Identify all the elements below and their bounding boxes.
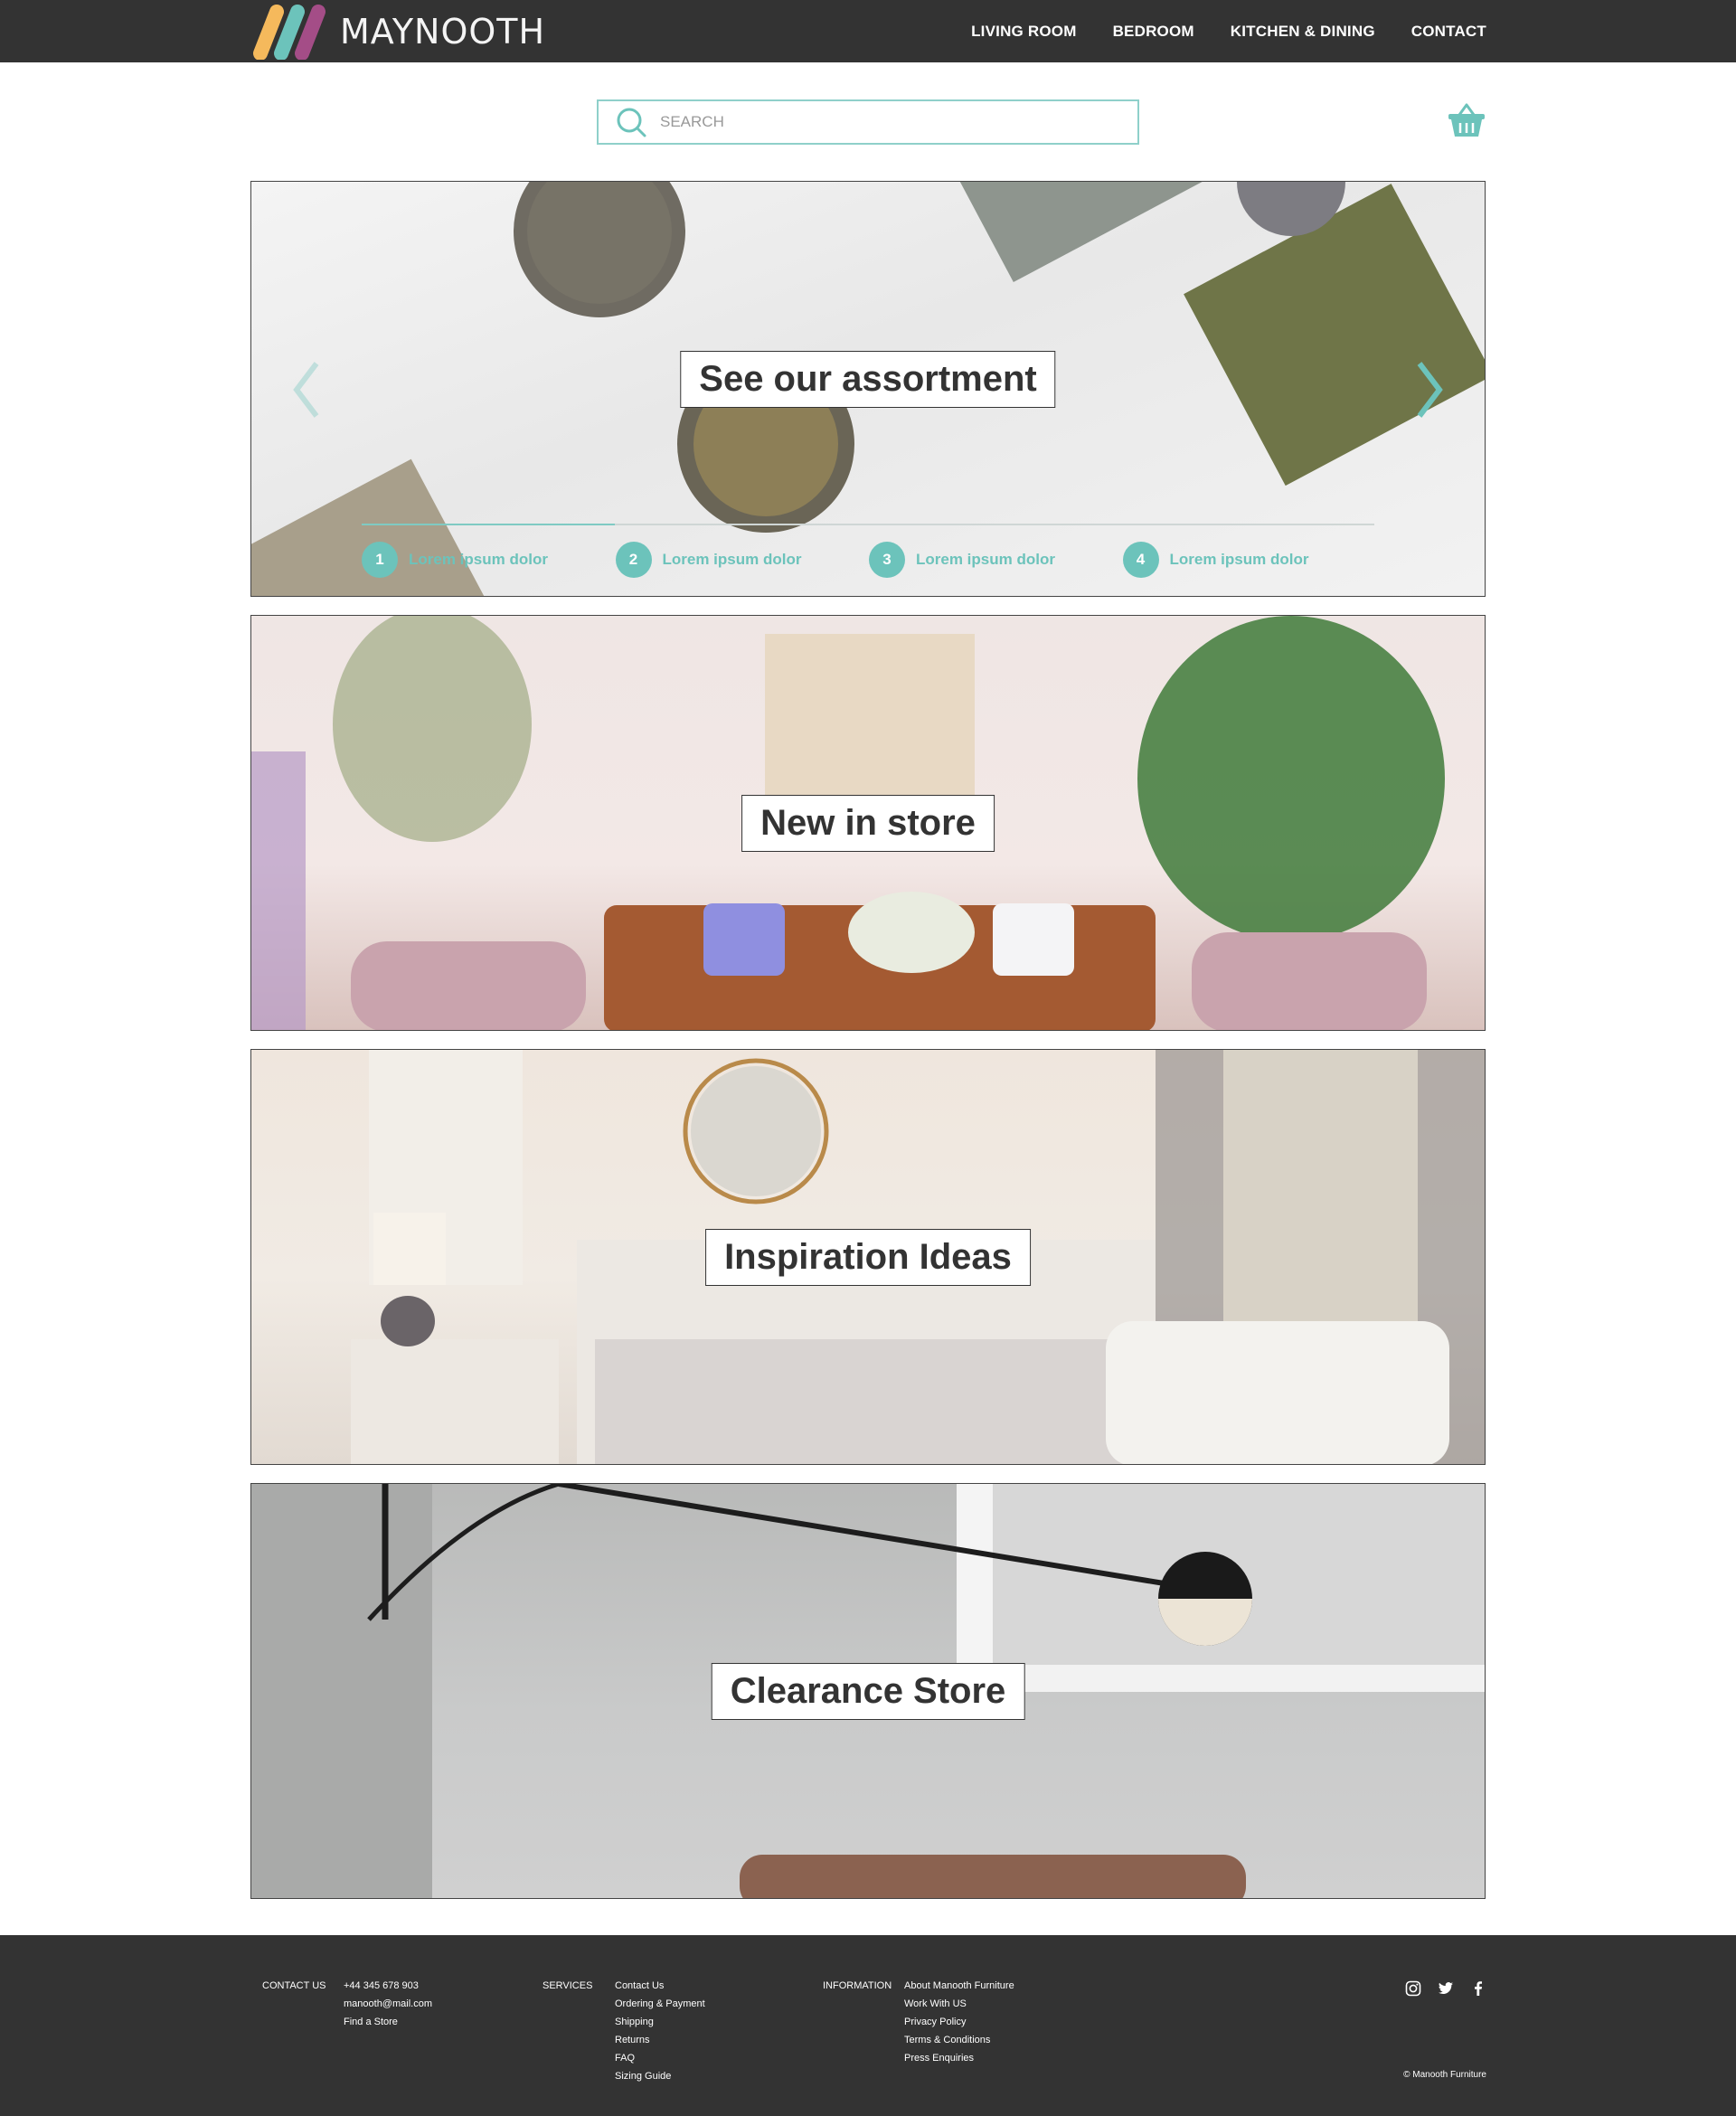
new-in-store-banner[interactable]: New in store	[250, 615, 1486, 1031]
step-number: 4	[1122, 542, 1159, 578]
footer-link-terms[interactable]: Terms & Conditions	[904, 2035, 1014, 2053]
twitter-icon[interactable]	[1438, 1980, 1454, 1997]
slider-progress-fill	[362, 524, 615, 525]
inspiration-ideas-label[interactable]: Inspiration Ideas	[705, 1229, 1031, 1286]
chevron-left-icon[interactable]	[289, 358, 326, 421]
step-number: 1	[362, 542, 398, 578]
footer-link-press[interactable]: Press Enquiries	[904, 2053, 1014, 2071]
logo-mark-icon	[253, 5, 326, 60]
slider-progress-track	[362, 524, 1374, 525]
footer-find-store-link[interactable]: Find a Store	[344, 2017, 432, 2035]
chevron-right-icon[interactable]	[1410, 358, 1447, 421]
slider-step[interactable]: 4 Lorem ipsum dolor	[1122, 542, 1377, 578]
basket-icon[interactable]	[1447, 102, 1486, 138]
search-icon[interactable]	[615, 106, 647, 138]
nav-living-room[interactable]: LIVING ROOM	[971, 23, 1076, 41]
slider-step[interactable]: 3 Lorem ipsum dolor	[869, 542, 1123, 578]
inspiration-ideas-banner[interactable]: Inspiration Ideas	[250, 1049, 1486, 1465]
footer-link-shipping[interactable]: Shipping	[615, 2017, 705, 2035]
footer-link-contact-us[interactable]: Contact Us	[615, 1980, 705, 1998]
search-input[interactable]	[660, 113, 1112, 131]
step-label: Lorem ipsum dolor	[916, 551, 1055, 568]
footer-link-work-with-us[interactable]: Work With US	[904, 1998, 1014, 2017]
brand-logo[interactable]: MAYNOOTH	[250, 4, 545, 60]
copyright-text: © Manooth Furniture	[1403, 2070, 1486, 2080]
nav-contact[interactable]: CONTACT	[1411, 23, 1486, 41]
footer-link-privacy-policy[interactable]: Privacy Policy	[904, 2017, 1014, 2035]
social-links	[1405, 1980, 1486, 1997]
slider-step[interactable]: 2 Lorem ipsum dolor	[615, 542, 870, 578]
footer-link-faq[interactable]: FAQ	[615, 2053, 705, 2071]
step-label: Lorem ipsum dolor	[1169, 551, 1309, 568]
footer-link-sizing-guide[interactable]: Sizing Guide	[615, 2071, 705, 2089]
footer-heading-information: INFORMATION	[823, 1980, 892, 1991]
step-number: 2	[615, 542, 652, 578]
hero-label[interactable]: See our assortment	[680, 351, 1056, 408]
search-bar[interactable]	[597, 99, 1139, 145]
nav-kitchen-dining[interactable]: KITCHEN & DINING	[1231, 23, 1375, 41]
step-label: Lorem ipsum dolor	[662, 551, 802, 568]
site-header: MAYNOOTH LIVING ROOM BEDROOM KITCHEN & D…	[0, 0, 1736, 62]
facebook-icon[interactable]	[1470, 1980, 1486, 1997]
slider-steps: 1 Lorem ipsum dolor 2 Lorem ipsum dolor …	[362, 542, 1376, 578]
footer-link-about[interactable]: About Manooth Furniture	[904, 1980, 1014, 1998]
new-in-store-label[interactable]: New in store	[741, 795, 995, 852]
instagram-icon[interactable]	[1405, 1980, 1421, 1997]
footer-heading-contact: CONTACT US	[262, 1980, 326, 1991]
footer-link-ordering-payment[interactable]: Ordering & Payment	[615, 1998, 705, 2017]
footer-heading-services: SERVICES	[542, 1980, 593, 1991]
footer-link-returns[interactable]: Returns	[615, 2035, 705, 2053]
clearance-store-banner[interactable]: Clearance Store	[250, 1483, 1486, 1899]
footer-email[interactable]: manooth@mail.com	[344, 1998, 432, 2017]
step-number: 3	[869, 542, 905, 578]
step-label: Lorem ipsum dolor	[409, 551, 548, 568]
hero-slider[interactable]: See our assortment 1 Lorem ipsum dolor 2…	[250, 181, 1486, 597]
footer-phone[interactable]: +44 345 678 903	[344, 1980, 432, 1998]
site-footer: CONTACT US +44 345 678 903 manooth@mail.…	[0, 1935, 1736, 2116]
brand-name: MAYNOOTH	[340, 12, 546, 52]
nav-bedroom[interactable]: BEDROOM	[1113, 23, 1194, 41]
main-nav: LIVING ROOM BEDROOM KITCHEN & DINING CON…	[971, 0, 1486, 62]
clearance-store-label[interactable]: Clearance Store	[711, 1663, 1025, 1720]
slider-step[interactable]: 1 Lorem ipsum dolor	[362, 542, 616, 578]
